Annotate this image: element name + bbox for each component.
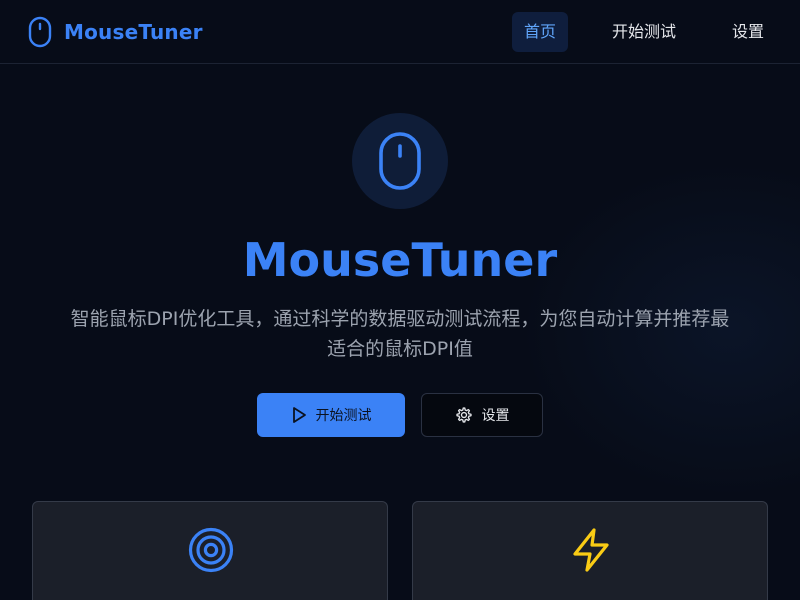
hero-description: 智能鼠标DPI优化工具，通过科学的数据驱动测试流程，为您自动计算并推荐最适合的鼠…: [70, 308, 730, 360]
top-nav-bar: MouseTuner 首页 开始测试 设置: [0, 0, 800, 64]
hero-icon-badge: [352, 113, 448, 209]
start-test-button-label: 开始测试: [315, 408, 372, 424]
start-test-button[interactable]: 开始测试: [257, 393, 405, 437]
settings-button[interactable]: 设置: [421, 393, 543, 437]
brand[interactable]: MouseTuner: [28, 16, 203, 48]
nav-item-home[interactable]: 首页: [512, 12, 568, 52]
feature-card-speed: [412, 501, 768, 600]
gear-icon: [455, 407, 472, 423]
mouse-icon: [379, 132, 421, 190]
mouse-icon: [28, 16, 52, 48]
settings-button-label: 设置: [481, 408, 510, 424]
play-icon: [292, 407, 306, 423]
lightning-icon: [573, 528, 609, 572]
brand-name: MouseTuner: [64, 20, 203, 44]
nav-item-settings[interactable]: 设置: [724, 12, 772, 52]
feature-card-precision: [32, 501, 388, 600]
page: MouseTuner 首页 开始测试 设置 MouseTuner 智能鼠标DPI…: [0, 0, 800, 600]
target-icon: [188, 527, 234, 573]
hero-title: MouseTuner: [242, 233, 558, 287]
nav-item-start-test[interactable]: 开始测试: [604, 12, 684, 52]
